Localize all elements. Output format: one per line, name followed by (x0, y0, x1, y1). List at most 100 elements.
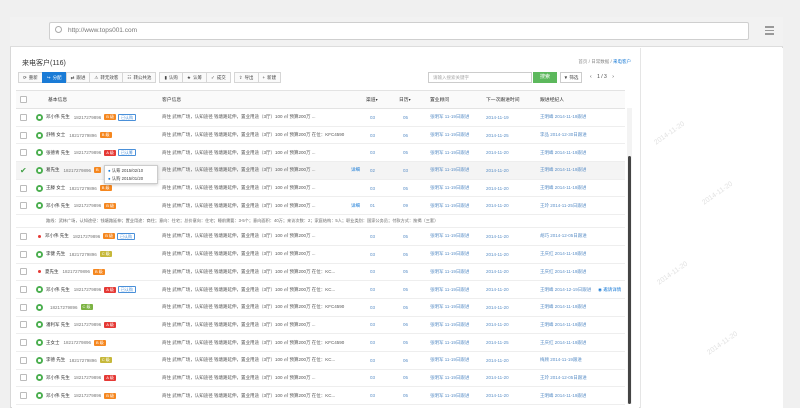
customer-name[interactable]: 王女士 (46, 340, 60, 346)
table-row[interactable]: 邓小伟 先生 18217279896 B 级已认购 商住 武林广场，认知途径 钱塘… (16, 228, 625, 246)
col-agent[interactable]: 跟进经纪人 (540, 91, 564, 108)
customer-icon (36, 303, 43, 311)
customer-name[interactable]: 张德青 先生 (46, 150, 70, 156)
pledge-button[interactable]: ★ 认筹 (181, 72, 207, 83)
status-badge: B 级 (94, 339, 106, 346)
invite-detail-link[interactable]: ◉ 邀请详情 (598, 281, 621, 298)
address-bar[interactable] (49, 22, 749, 40)
url-text[interactable]: http://www.tops001.com (68, 27, 137, 34)
channel-value: 01 (370, 203, 376, 209)
col-info[interactable]: 客户信息 (162, 91, 181, 108)
col-day[interactable]: 日历 ▾ (399, 91, 411, 108)
row-checkbox[interactable] (20, 184, 27, 192)
deal-button[interactable]: ✓ 成交 (205, 72, 231, 83)
col-channel[interactable]: 渠道 ▾ (366, 91, 378, 108)
public-pool-button[interactable]: ☷ 转公共池 (122, 72, 157, 83)
customer-name[interactable]: 邓小伟 先生 (45, 233, 69, 239)
browser-menu-icon[interactable] (765, 26, 774, 37)
col-next[interactable]: 下一次跟进时间 (486, 91, 520, 108)
row-checkbox[interactable] (20, 232, 27, 240)
page-title: 来电客户(116) (22, 60, 66, 67)
next-follow-value: 2014-11-20 (486, 150, 509, 156)
follow-button[interactable]: ⇄ 跟进 (65, 72, 91, 83)
table-row[interactable]: 潘利军 先生 18217279896 A 级 商住 武林广场，认知途径 钱塘路延伸… (16, 317, 625, 335)
row-checkbox[interactable] (20, 321, 27, 329)
col-basic[interactable]: 基本信息 (48, 91, 67, 108)
row-checkbox[interactable] (20, 202, 27, 210)
table-row[interactable]: 李德 先生 18217279896 C 级 商住 武林广场，认知途径 钱塘路延伸，… (16, 352, 625, 370)
customer-phone: 18217279896 (63, 167, 92, 173)
table-row[interactable]: 邓小伟 先生 18217279896 A 级已认购 商住 武林广场，认知途径 钱塘… (16, 281, 625, 299)
table-row[interactable]: 邓小伟 先生 18217279896 B 级 商住 武林广场，认知途径 钱塘路延伸… (16, 197, 625, 216)
customer-info: 商住 武林广场，认知途径 钱塘路延伸，置业用途（3厅）100 ㎡ 预算200万 … (162, 321, 316, 327)
customer-phone: 18217279896 (50, 304, 78, 310)
scrollbar-thumb[interactable] (628, 156, 631, 404)
prev-page-button[interactable]: ‹ (590, 74, 592, 80)
check-icon[interactable]: ✔ (20, 166, 27, 175)
refresh-button[interactable]: ⟳ 重新 (18, 72, 43, 83)
detail-link[interactable]: 详细 (351, 162, 360, 179)
row-checkbox[interactable] (20, 250, 27, 258)
subscribe-button[interactable]: ▮ 认购 (159, 72, 183, 83)
search-button[interactable]: 搜索 (533, 72, 557, 83)
table-row[interactable]: 夏先生 18217279896 B 级 商住 武林广场，认知途径 钱塘路延伸，置业… (16, 264, 625, 282)
customer-name[interactable]: 李德 先生 (46, 357, 65, 363)
new-button[interactable]: + 新建 (257, 72, 282, 83)
customer-icon (36, 356, 43, 364)
customer-name[interactable]: 潘利军 先生 (46, 322, 70, 328)
row-checkbox[interactable] (20, 356, 27, 364)
popup-item[interactable]: 认筹 2015/02/10 (112, 168, 143, 173)
advisor-value: 张明军 11-19日跟进 (430, 286, 470, 292)
popup-item[interactable]: 认购 2015/01/20 (112, 176, 143, 181)
reload-icon[interactable] (55, 26, 62, 33)
customer-name[interactable]: 邓小伟 先生 (46, 203, 70, 209)
row-checkbox[interactable] (20, 268, 27, 276)
table-row[interactable]: 邓小伟 先生 18217279896 A 级 商住 武林广场，认知途径 钱塘路延伸… (16, 370, 625, 388)
breadcrumb-home[interactable]: 首页 (578, 59, 587, 64)
row-checkbox[interactable] (20, 374, 27, 382)
row-checkbox[interactable] (20, 392, 27, 400)
day-value: 05 (403, 114, 409, 120)
search-input[interactable]: 请输入搜索关键字 (428, 72, 532, 83)
select-all-checkbox[interactable] (20, 91, 27, 108)
breadcrumb-current: 来电客户 (613, 59, 631, 64)
table-row[interactable]: 张德青 先生 18217279896 A 级已认筹 商住 武林广场，认知途径 钱塘… (16, 144, 625, 163)
bookmark-icon: ▮ (164, 74, 167, 80)
customer-name[interactable]: 李健 先生 (46, 251, 65, 257)
row-checkbox[interactable] (20, 339, 27, 347)
advisor-value: 张明军 11-19日跟进 (430, 321, 470, 327)
table-row[interactable]: 王女士 18217279896 B 级 商住 武林广场，认知途径 钱塘路延伸，置业… (16, 334, 625, 352)
row-checkbox[interactable] (20, 113, 27, 121)
breadcrumb-daily[interactable]: 日常数据 (591, 59, 609, 64)
row-checkbox[interactable] (20, 286, 27, 294)
customer-phone: 18217279896 (73, 114, 102, 120)
customer-name[interactable]: 邓小伟 先生 (46, 114, 70, 120)
customer-name[interactable]: 舒畅 女士 (46, 132, 65, 138)
customer-name[interactable]: 夏先生 (45, 269, 59, 275)
customer-name[interactable]: 邓小伟 先生 (46, 375, 70, 381)
day-value: 06 (403, 132, 409, 138)
table-row[interactable]: 邓小伟 先生 18217279896 B 级已认购 商住 武林广场，认知途径 钱塘… (16, 109, 625, 127)
table-row[interactable]: 李健 先生 18217279896 C 级 商住 武林广场，认知途径 钱塘路延伸，… (16, 246, 625, 264)
row-checkbox[interactable] (20, 303, 27, 311)
row-checkbox[interactable] (20, 131, 27, 139)
customer-name[interactable]: 邓小伟 先生 (46, 393, 70, 399)
assign-button[interactable]: ↪ 分配 (41, 72, 67, 83)
invalid-button[interactable]: ⚠ 转无效客 (89, 72, 124, 83)
day-value: 06 (403, 322, 409, 328)
col-advisor[interactable]: 置业顾问 (430, 91, 449, 108)
day-value: 05 (403, 150, 409, 156)
customer-name[interactable]: 邓小伟 先生 (46, 287, 70, 293)
table-row[interactable]: 18217279896 C 级 商住 武林广场，认知途径 钱塘路延伸，置业用途（3… (16, 299, 625, 317)
table-row[interactable]: 邓小伟 先生 18217279896 B 级 商住 武林广场，认知途径 钱塘路延伸… (16, 387, 625, 405)
status-badge: 已认购 (117, 232, 136, 240)
customer-name[interactable]: 王滕 女士 (46, 185, 65, 191)
detail-link[interactable]: 详细 (351, 197, 360, 214)
next-page-button[interactable]: › (612, 74, 614, 80)
row-checkbox[interactable] (20, 149, 27, 157)
export-button[interactable]: ⇪ 导出 (233, 72, 259, 83)
customer-info: 商住 武林广场，认知途径 钱塘路延伸，置业用途（3厅）100 ㎡ 预算200万 … (162, 185, 316, 191)
filter-button[interactable]: ▼ 筛选 (560, 72, 582, 83)
table-row[interactable]: 舒畅 女士 18217279896 B 级 商住 武林广场，认知途径 钱塘路延伸，… (16, 127, 625, 145)
customer-name[interactable]: 葛先生 (46, 167, 60, 173)
